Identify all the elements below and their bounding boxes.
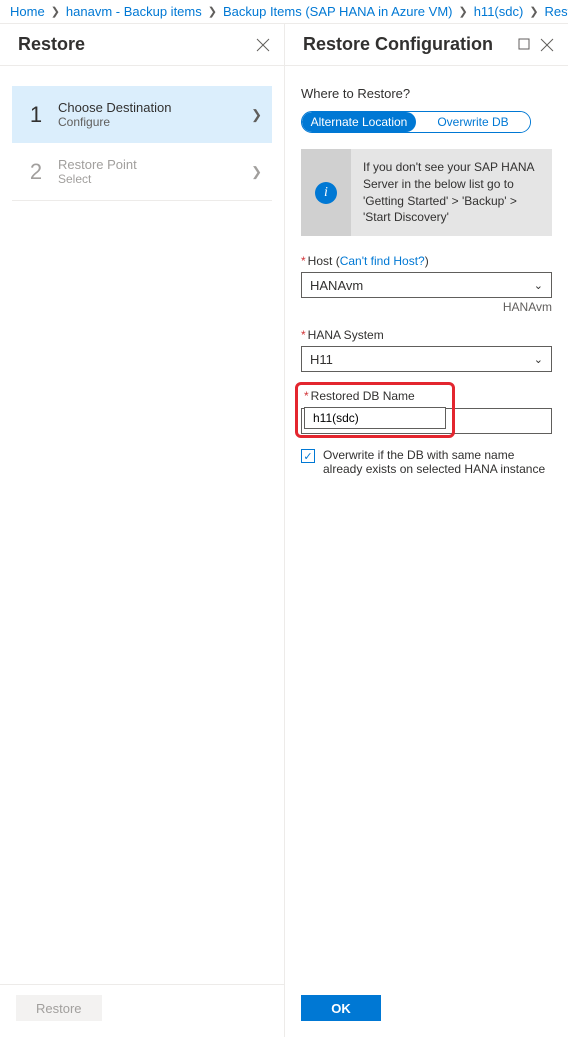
chevron-right-icon: ❯ xyxy=(51,5,60,18)
restore-panel-title: Restore xyxy=(18,34,85,55)
host-select[interactable]: HANAvm ⌄ xyxy=(301,272,552,298)
breadcrumb-h11sdc[interactable]: h11(sdc) xyxy=(474,4,524,19)
cant-find-host-link[interactable]: Can't find Host? xyxy=(340,254,425,268)
restore-mode-toggle: Alternate Location Overwrite DB xyxy=(301,111,531,133)
step-restore-point[interactable]: 2 Restore Point Select ❯ xyxy=(12,143,272,201)
restore-config-title: Restore Configuration xyxy=(303,34,493,55)
step-title: Restore Point xyxy=(58,157,251,172)
breadcrumb: Home ❯ hanavm - Backup items ❯ Backup It… xyxy=(0,0,568,24)
hana-system-select[interactable]: H11 ⌄ xyxy=(301,346,552,372)
step-subtitle: Select xyxy=(58,172,251,186)
step-number: 2 xyxy=(22,159,50,185)
chevron-right-icon: ❯ xyxy=(529,5,538,18)
where-to-restore-label: Where to Restore? xyxy=(301,86,552,101)
close-icon[interactable] xyxy=(256,38,270,52)
restore-config-header: Restore Configuration xyxy=(285,24,568,66)
step-title: Choose Destination xyxy=(58,100,251,115)
restore-panel-footer: Restore xyxy=(0,984,284,1037)
restored-db-name-label: *Restored DB Name xyxy=(304,389,446,403)
step-subtitle: Configure xyxy=(58,115,251,129)
hana-system-label: *HANA System xyxy=(301,328,552,342)
host-helper: HANAvm xyxy=(301,300,552,314)
toggle-alternate-location[interactable]: Alternate Location xyxy=(302,112,416,132)
ok-button[interactable]: OK xyxy=(301,995,381,1021)
breadcrumb-hanavm[interactable]: hanavm - Backup items xyxy=(66,4,202,19)
maximize-icon[interactable] xyxy=(518,38,530,52)
hana-system-value: H11 xyxy=(310,352,333,367)
chevron-right-icon: ❯ xyxy=(458,5,467,18)
step-number: 1 xyxy=(22,102,50,128)
info-callout: i If you don't see your SAP HANA Server … xyxy=(301,149,552,236)
restore-panel-header: Restore xyxy=(0,24,284,66)
breadcrumb-home[interactable]: Home xyxy=(10,4,45,19)
chevron-right-icon: ❯ xyxy=(251,107,262,123)
overwrite-checkbox-label: Overwrite if the DB with same name alrea… xyxy=(323,448,552,476)
host-label: *Host (Can't find Host?) xyxy=(301,254,552,268)
chevron-right-icon: ❯ xyxy=(208,5,217,18)
chevron-down-icon: ⌄ xyxy=(534,279,543,292)
info-text: If you don't see your SAP HANA Server in… xyxy=(351,149,552,236)
restored-db-name-highlight: *Restored DB Name xyxy=(295,382,455,438)
breadcrumb-restore[interactable]: Restore xyxy=(545,4,568,19)
info-icon: i xyxy=(315,182,337,204)
close-icon[interactable] xyxy=(540,38,554,52)
chevron-down-icon: ⌄ xyxy=(534,353,543,366)
restored-db-name-input[interactable] xyxy=(304,407,446,429)
step-choose-destination[interactable]: 1 Choose Destination Configure ❯ xyxy=(12,86,272,143)
breadcrumb-backup-items[interactable]: Backup Items (SAP HANA in Azure VM) xyxy=(223,4,453,19)
chevron-right-icon: ❯ xyxy=(251,164,262,180)
host-value: HANAvm xyxy=(310,278,363,293)
toggle-overwrite-db[interactable]: Overwrite DB xyxy=(416,112,530,132)
restore-config-footer: OK xyxy=(285,985,568,1037)
restore-panel: Restore 1 Choose Destination Configure ❯… xyxy=(0,24,285,1037)
restore-config-panel: Restore Configuration Where to Restore? … xyxy=(285,24,568,1037)
info-icon-wrap: i xyxy=(301,149,351,236)
restore-button: Restore xyxy=(16,995,102,1021)
